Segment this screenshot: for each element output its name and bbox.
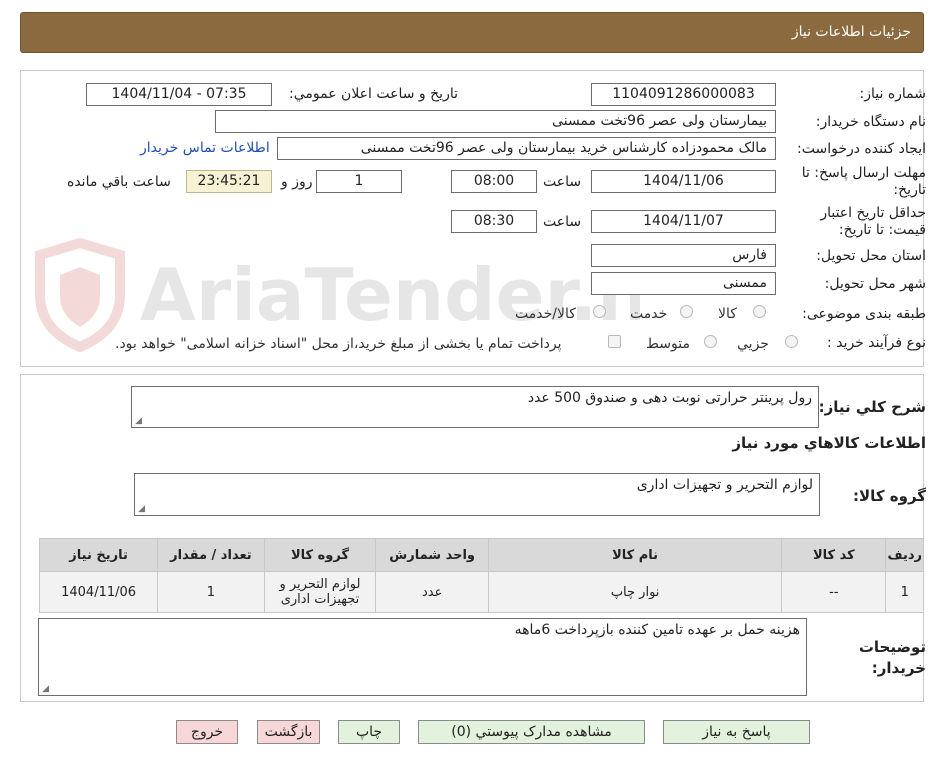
general-desc-text: رول پرینتر حرارتی نوبت دهی و صندوق 500 ع… — [527, 390, 812, 406]
general-desc-label: شرح کلي نياز: — [818, 398, 926, 416]
treasury-payment-checkbox[interactable] — [608, 335, 621, 348]
reply-button[interactable]: پاسخ به نياز — [663, 720, 810, 744]
table-row: 1 -- نوار چاپ عدد لوازم التحرير و تجهيزا… — [38, 571, 924, 613]
validity-label: حداقل تاريخ اعتبار قيمت: تا تاريخ: — [820, 205, 926, 238]
col-group-header: گروه کالا — [263, 538, 377, 572]
goods-group-label: گروه کالا: — [853, 487, 926, 505]
col-name-header: نام کالا — [488, 538, 783, 572]
buyer-notes-label: توضيحات خريدار: — [858, 638, 926, 677]
exit-button[interactable]: خروج — [176, 720, 238, 744]
general-desc-textarea: رول پرینتر حرارتی نوبت دهی و صندوق 500 ع… — [131, 386, 819, 428]
need-number-field: 1104091286000083 — [591, 83, 776, 106]
treasury-payment-note: پرداخت تمام يا بخشی از مبلغ خريد،از محل … — [115, 336, 562, 352]
validity-date-field: 1404/11/07 — [591, 210, 776, 233]
city-field: ممسنی — [591, 272, 776, 295]
remaining-label: ساعت باقي مانده — [67, 174, 171, 190]
validity-time-label: ساعت — [543, 214, 582, 230]
category-goods-service-radio[interactable] — [593, 305, 606, 318]
announce-label: تاريخ و ساعت اعلان عمومي: — [289, 86, 458, 102]
deadline-label: مهلت ارسال پاسخ: تا تاريخ: — [801, 165, 926, 198]
validity-time-field: 08:30 — [451, 210, 537, 233]
cell-date: 1404/11/06 — [38, 571, 159, 613]
cell-group: لوازم التحرير و تجهيزات اداری — [263, 571, 377, 613]
cell-unit: عدد — [375, 571, 490, 613]
buyer-org-field: بیمارستان ولی عصر 96تخت ممسنی — [215, 110, 776, 133]
days-field: 1 — [316, 170, 402, 193]
deadline-time-field: 08:00 — [451, 170, 537, 193]
cell-qty: 1 — [157, 571, 265, 613]
category-goods-label: کالا — [718, 306, 737, 322]
col-code-header: کد کالا — [781, 538, 887, 572]
category-service-radio[interactable] — [680, 305, 693, 318]
category-goods-service-label: کالا/خدمت — [515, 306, 576, 322]
col-qty-header: تعداد / مقدار — [157, 538, 265, 572]
view-attachments-button[interactable]: مشاهده مدارک پيوستي (0) — [418, 720, 645, 744]
buyer-contact-link[interactable]: اطلاعات تماس خريدار — [140, 140, 270, 156]
table-header-row: رديف کد کالا نام کالا واحد شمارش گروه کا… — [38, 538, 924, 572]
buyer-org-label: نام دستگاه خريدار: — [815, 114, 926, 130]
col-unit-header: واحد شمارش — [375, 538, 490, 572]
province-field: فارس — [591, 244, 776, 267]
cell-name: نوار چاپ — [488, 571, 783, 613]
city-label: شهر محل تحويل: — [824, 276, 926, 292]
deadline-time-label: ساعت — [543, 174, 582, 190]
process-minor-radio[interactable] — [785, 335, 798, 348]
cell-code: -- — [781, 571, 887, 613]
process-medium-radio[interactable] — [704, 335, 717, 348]
print-button[interactable]: چاپ — [338, 720, 400, 744]
category-goods-radio[interactable] — [753, 305, 766, 318]
col-date-header: تاريخ نياز — [38, 538, 159, 572]
resize-grip-icon[interactable]: ◢ — [41, 685, 49, 694]
goods-group-text: لوازم التحرير و تجهيزات اداری — [636, 477, 813, 493]
announce-datetime-field: 1404/11/04 - 07:35 — [86, 83, 272, 106]
category-label: طبقه بندی موضوعی: — [802, 306, 926, 322]
process-medium-label: متوسط — [646, 336, 690, 352]
goods-table: رديف کد کالا نام کالا واحد شمارش گروه کا… — [38, 538, 924, 613]
resize-grip-icon[interactable]: ◢ — [134, 417, 142, 426]
buyer-notes-text: هزینه حمل بر عهده تامین کننده بازپرداخت … — [514, 622, 800, 638]
goods-info-title: اطلاعات کالاهاي مورد نياز — [732, 434, 926, 452]
category-service-label: خدمت — [630, 306, 668, 322]
process-minor-label: جزيي — [737, 336, 769, 352]
goods-group-textarea: لوازم التحرير و تجهيزات اداری ◢ — [134, 473, 820, 516]
back-button[interactable]: بازگشت — [257, 720, 320, 744]
page-header: جزئيات اطلاعات نياز — [20, 12, 924, 53]
cell-row: 1 — [885, 571, 924, 613]
requester-field: مالک محمودزاده کارشناس خرید بیمارستان ول… — [277, 137, 776, 160]
resize-grip-icon[interactable]: ◢ — [137, 505, 145, 514]
buyer-notes-textarea: هزینه حمل بر عهده تامین کننده بازپرداخت … — [38, 618, 807, 696]
page-title: جزئيات اطلاعات نياز — [791, 24, 911, 40]
remaining-time-badge: 23:45:21 — [186, 170, 272, 193]
deadline-date-field: 1404/11/06 — [591, 170, 776, 193]
col-row-header: رديف — [885, 538, 924, 572]
process-label: نوع فرآيند خريد : — [827, 335, 926, 351]
requester-label: ايجاد کننده درخواست: — [797, 141, 926, 157]
province-label: استان محل تحويل: — [816, 248, 926, 264]
need-number-label: شماره نياز: — [859, 86, 927, 102]
days-label: روز و — [281, 174, 313, 190]
